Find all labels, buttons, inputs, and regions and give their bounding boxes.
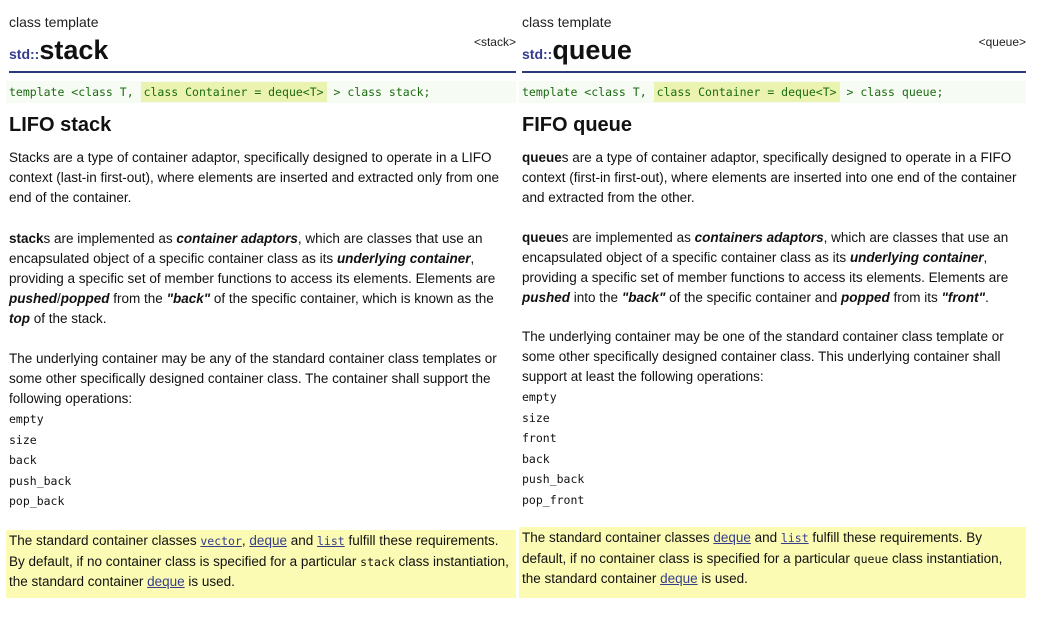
list-item: back <box>522 451 550 466</box>
text-run: s are a type of container adaptor, speci… <box>522 150 1017 205</box>
operations-list: empty size back push_back pop_back <box>9 409 516 512</box>
requirements-paragraph: The underlying container may be one of t… <box>522 327 1026 510</box>
implementation-paragraph: stacks are implemented as container adap… <box>9 229 516 329</box>
text-run: from its <box>889 290 942 305</box>
default-container-note: The standard container classes vector, d… <box>6 530 516 598</box>
term-queue: queue <box>522 150 562 165</box>
term-popped: popped <box>841 290 890 305</box>
list-item: size <box>9 432 37 447</box>
title-divider <box>522 71 1026 73</box>
decl-post: > class queue; <box>839 85 944 99</box>
declaration-code: template <class T, class Container = deq… <box>519 81 1026 103</box>
page-title: std::queue <box>522 35 632 66</box>
link-deque[interactable]: deque <box>147 574 185 589</box>
decl-highlight: class Container = deque<T> <box>653 82 840 102</box>
term-stack: stack <box>9 231 44 246</box>
decl-highlight: class Container = deque<T> <box>140 82 327 102</box>
term-front: "front" <box>941 290 986 305</box>
section-heading: FIFO queue <box>522 114 632 136</box>
description-paragraph: queues are a type of container adaptor, … <box>522 148 1026 208</box>
text-run: of the specific container and <box>665 290 841 305</box>
class-name: queue <box>552 35 632 65</box>
text-run: s are implemented as <box>43 231 177 246</box>
paragraph-text: Stacks are a type of container adaptor, … <box>9 150 499 205</box>
code-stack: stack <box>360 554 395 569</box>
paragraph-text: The underlying container may be any of t… <box>9 351 497 406</box>
text-run: from the <box>109 291 167 306</box>
list-item: empty <box>522 390 557 404</box>
class-name: stack <box>39 35 109 65</box>
term-containers-adaptors: containers adaptors <box>694 230 824 245</box>
text-run: is used. <box>184 574 235 589</box>
paragraph-text: queues are a type of container adaptor, … <box>522 148 1026 208</box>
header-tag: <stack> <box>473 35 516 49</box>
term-queue: queue <box>522 230 562 245</box>
description-paragraph: Stacks are a type of container adaptor, … <box>9 148 516 208</box>
declaration-code: template <class T, class Container = deq… <box>6 81 516 103</box>
list-item: push_back <box>522 472 585 486</box>
term-back: "back" <box>166 291 211 306</box>
text-run: s are implemented as <box>561 230 695 245</box>
default-container-note: The standard container classes deque and… <box>519 527 1026 598</box>
paragraph-text: stacks are implemented as container adap… <box>9 229 516 329</box>
text-run: of the specific container, which is know… <box>210 291 494 306</box>
term-pushed: pushed <box>522 290 571 305</box>
decl-post: > class stack; <box>326 85 431 99</box>
text-run: . <box>985 290 989 305</box>
term-underlying-container: underlying container <box>849 250 984 265</box>
text-run: The standard container classes <box>522 530 714 545</box>
text-run: into the <box>570 290 622 305</box>
text-run: is used. <box>697 571 748 586</box>
list-item: back <box>9 453 37 467</box>
list-item: push_back <box>9 473 72 488</box>
term-pushed: pushed <box>9 291 58 306</box>
link-deque[interactable]: deque <box>249 533 287 548</box>
operations-list: empty size front back push_back pop_fron… <box>522 387 1026 510</box>
paragraph-text: queues are implemented as containers ada… <box>522 228 1026 308</box>
decl-pre: template <class T, <box>9 85 141 99</box>
text-run: and <box>750 530 781 545</box>
link-deque[interactable]: deque <box>713 530 751 545</box>
implementation-paragraph: queues are implemented as containers ada… <box>522 228 1026 308</box>
link-vector[interactable]: vector <box>200 534 242 548</box>
section-heading: LIFO stack <box>9 114 112 136</box>
entity-kind: class template <box>522 14 612 30</box>
term-top: top <box>9 311 30 326</box>
term-popped: popped <box>60 291 110 306</box>
list-item: pop_back <box>9 494 65 508</box>
header-tag: <queue> <box>978 35 1026 49</box>
list-item: size <box>522 410 550 425</box>
paragraph-text: The underlying container may be one of t… <box>522 329 1004 384</box>
namespace-prefix: std:: <box>9 46 40 62</box>
link-list[interactable]: list <box>781 531 809 545</box>
link-deque[interactable]: deque <box>660 571 698 586</box>
namespace-prefix: std:: <box>522 46 553 62</box>
page-title: std::stack <box>9 35 108 66</box>
entity-kind: class template <box>9 14 99 30</box>
title-divider <box>9 71 516 73</box>
list-item: empty <box>9 412 44 426</box>
text-run: and <box>286 533 317 548</box>
list-item: pop_front <box>522 492 585 507</box>
requirements-paragraph: The underlying container may be any of t… <box>9 349 516 512</box>
decl-pre: template <class T, <box>522 85 654 99</box>
list-item: front <box>522 431 557 445</box>
code-queue: queue <box>853 551 889 566</box>
term-container-adaptors: container adaptors <box>176 231 298 246</box>
term-back: "back" <box>621 290 666 305</box>
text-run: The standard container classes <box>9 533 201 548</box>
term-underlying-container: underlying container <box>336 251 471 266</box>
link-list[interactable]: list <box>317 534 345 548</box>
text-run: of the stack. <box>30 311 107 326</box>
